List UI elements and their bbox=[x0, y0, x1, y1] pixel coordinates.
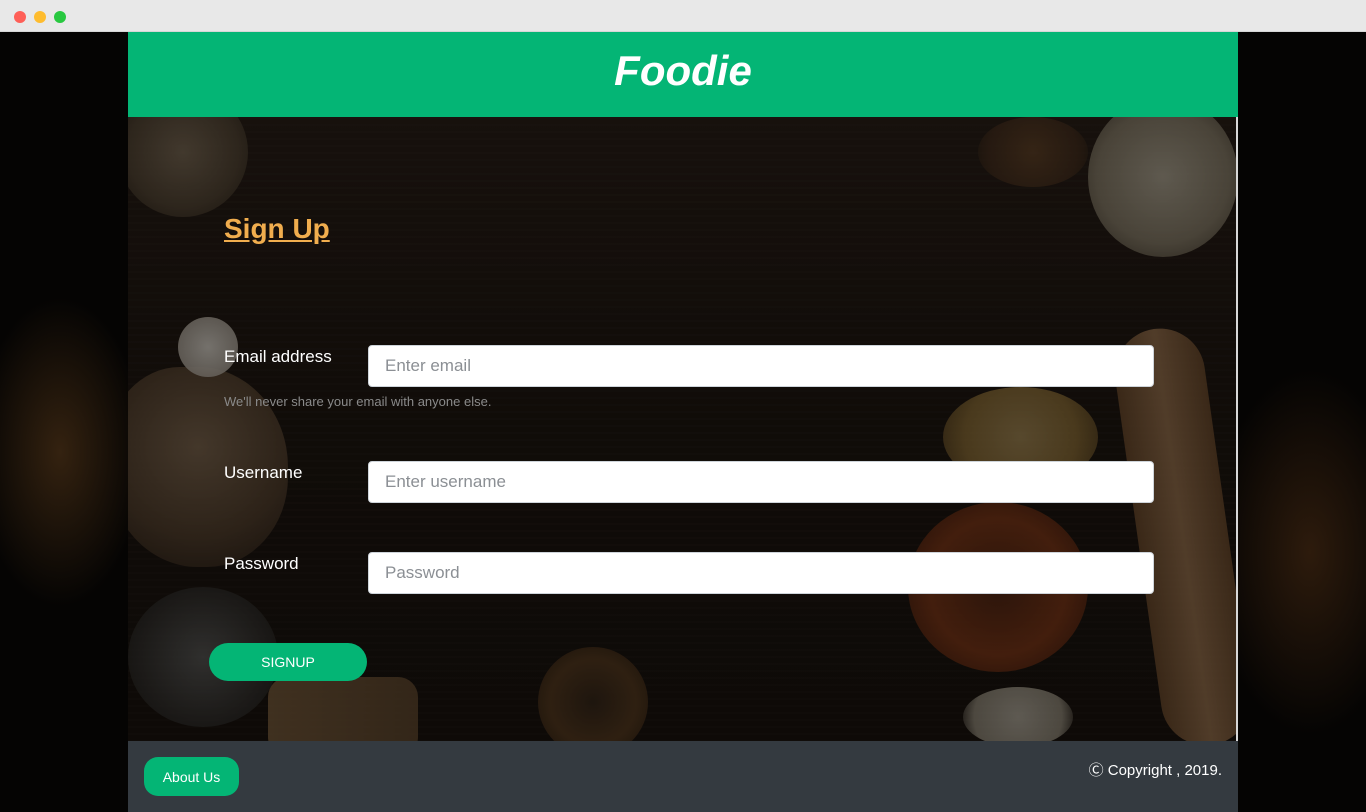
close-window-icon[interactable] bbox=[14, 11, 26, 23]
signup-form: Sign Up Email address We'll never share … bbox=[128, 117, 1236, 741]
copyright-text: Ⓒ Copyright , 2019. bbox=[1088, 762, 1222, 779]
password-label: Password bbox=[224, 554, 299, 573]
minimize-window-icon[interactable] bbox=[34, 11, 46, 23]
navbar: Foodie bbox=[128, 32, 1238, 117]
brand-title[interactable]: Foodie bbox=[128, 32, 1238, 117]
email-label: Email address bbox=[224, 347, 332, 366]
email-field[interactable] bbox=[368, 345, 1154, 387]
about-us-button[interactable]: About Us bbox=[144, 757, 239, 796]
footer: About Us Ⓒ Copyright , 2019. bbox=[128, 741, 1238, 812]
username-label: Username bbox=[224, 463, 303, 482]
signup-heading: Sign Up bbox=[224, 213, 330, 244]
username-field[interactable] bbox=[368, 461, 1154, 503]
main-container: Foodie Sign Up Email address We'll never… bbox=[128, 32, 1238, 812]
email-help-text: We'll never share your email with anyone… bbox=[224, 394, 492, 409]
signup-button[interactable]: SIGNUP bbox=[209, 643, 367, 681]
signup-hero: Sign Up Email address We'll never share … bbox=[128, 117, 1238, 741]
maximize-window-icon[interactable] bbox=[54, 11, 66, 23]
password-field[interactable] bbox=[368, 552, 1154, 594]
window-titlebar bbox=[0, 0, 1366, 32]
